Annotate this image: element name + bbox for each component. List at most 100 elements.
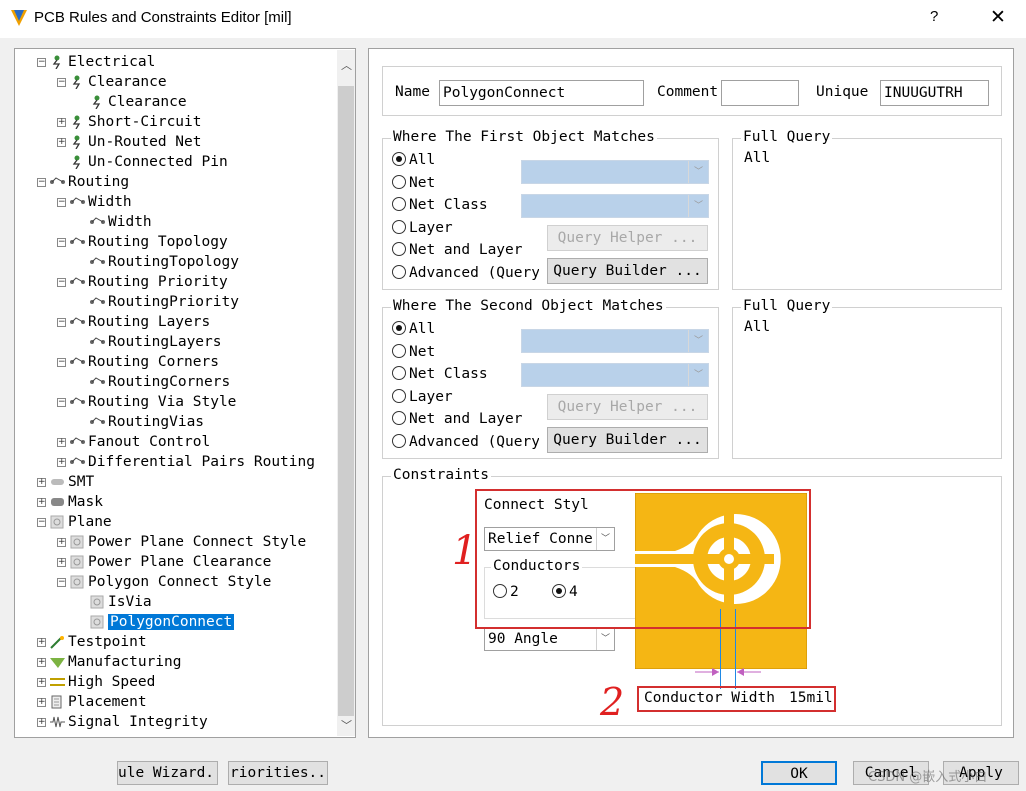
expand-icon[interactable]: + bbox=[57, 557, 66, 567]
first-option-net-class[interactable]: Net Class bbox=[392, 195, 488, 215]
second-option-net-and-layer[interactable]: Net and Layer bbox=[392, 409, 523, 429]
first-query-helper-button[interactable]: Query Helper ... bbox=[547, 225, 708, 251]
scroll-down-icon[interactable]: ﹀ bbox=[341, 717, 352, 733]
radio-button[interactable] bbox=[392, 388, 406, 403]
close-button[interactable]: ✕ bbox=[990, 6, 1006, 29]
tree-item-un-connected-pin[interactable]: Un-Connected Pin bbox=[57, 152, 228, 172]
collapse-icon[interactable]: − bbox=[57, 397, 66, 407]
first-option-all[interactable]: All bbox=[392, 150, 435, 170]
tree-item-routing-via-style[interactable]: − Routing Via Style bbox=[57, 392, 236, 412]
expand-icon[interactable]: + bbox=[37, 637, 46, 647]
radio-button[interactable] bbox=[392, 343, 406, 358]
expand-icon[interactable]: + bbox=[37, 717, 46, 727]
expand-icon[interactable]: + bbox=[37, 657, 46, 667]
expand-icon[interactable]: + bbox=[57, 457, 66, 467]
tree-item-plane[interactable]: − Plane bbox=[37, 512, 112, 532]
expand-icon[interactable]: + bbox=[37, 677, 46, 687]
tree-item-routingcorners[interactable]: RoutingCorners bbox=[77, 372, 230, 392]
second-netclass-combo[interactable]: ﹀ bbox=[521, 363, 709, 387]
expand-icon[interactable]: + bbox=[57, 537, 66, 547]
radio-button[interactable] bbox=[392, 242, 406, 257]
tree-item-routinglayers[interactable]: RoutingLayers bbox=[77, 332, 222, 352]
comment-field[interactable] bbox=[721, 80, 799, 106]
tree-item-signal-integrity[interactable]: + Signal Integrity bbox=[37, 712, 208, 732]
first-net-combo[interactable]: ﹀ bbox=[521, 160, 709, 184]
tree-item-routing[interactable]: − Routing bbox=[37, 172, 129, 192]
tree-item-fanout-control[interactable]: + Fanout Control bbox=[57, 432, 210, 452]
radio-button[interactable] bbox=[392, 152, 406, 166]
tree-item-polygon-connect-style[interactable]: − Polygon Connect Style bbox=[57, 572, 271, 592]
tree-item-differential-pairs-routing[interactable]: + Differential Pairs Routing bbox=[57, 452, 315, 472]
expand-icon[interactable]: + bbox=[37, 497, 46, 507]
angle-select[interactable]: 90 Angle ﹀ bbox=[484, 627, 615, 651]
radio-button[interactable] bbox=[392, 321, 406, 335]
collapse-icon[interactable]: − bbox=[57, 277, 66, 287]
unique-id-field[interactable]: INUUGUTRH bbox=[880, 80, 989, 106]
tree-item-smt[interactable]: + SMT bbox=[37, 472, 94, 492]
tree-item-power-plane-connect-style[interactable]: + Power Plane Connect Style bbox=[57, 532, 306, 552]
help-button[interactable]: ? bbox=[930, 8, 938, 25]
expand-icon[interactable]: + bbox=[37, 697, 46, 707]
expand-icon[interactable]: + bbox=[57, 137, 66, 147]
radio-button[interactable] bbox=[392, 366, 406, 381]
first-netclass-combo[interactable]: ﹀ bbox=[521, 194, 709, 218]
tree-item-testpoint[interactable]: + Testpoint bbox=[37, 632, 147, 652]
collapse-icon[interactable]: − bbox=[57, 577, 66, 587]
tree-item-electrical[interactable]: − Electrical bbox=[37, 52, 155, 72]
priorities-button[interactable]: riorities.. bbox=[228, 761, 328, 785]
tree-item-un-routed-net[interactable]: + Un-Routed Net bbox=[57, 132, 202, 152]
tree-item-routing-topology[interactable]: − Routing Topology bbox=[57, 232, 228, 252]
second-query-helper-button[interactable]: Query Helper ... bbox=[547, 394, 708, 420]
rule-wizard-button[interactable]: ule Wizard.. bbox=[117, 761, 218, 785]
collapse-icon[interactable]: − bbox=[57, 77, 66, 87]
first-option-layer[interactable]: Layer bbox=[392, 218, 453, 238]
second-option-net-class[interactable]: Net Class bbox=[392, 364, 488, 384]
tree-item-routing-layers[interactable]: − Routing Layers bbox=[57, 312, 210, 332]
first-option-advanced-query[interactable]: Advanced (Query) bbox=[392, 263, 539, 283]
first-query-builder-button[interactable]: Query Builder ... bbox=[547, 258, 708, 284]
second-option-advanced-query[interactable]: Advanced (Query) bbox=[392, 432, 539, 452]
first-option-net[interactable]: Net bbox=[392, 173, 435, 193]
scroll-up-icon[interactable]: ︿ bbox=[341, 57, 352, 73]
tree-scroll-thumb[interactable] bbox=[338, 86, 354, 716]
tree-item-width[interactable]: Width bbox=[77, 212, 152, 232]
tree-item-high-speed[interactable]: + High Speed bbox=[37, 672, 155, 692]
tree-item-polygonconnect[interactable]: PolygonConnect bbox=[77, 612, 235, 632]
expand-icon[interactable]: + bbox=[37, 477, 46, 487]
tree-item-routingvias[interactable]: RoutingVias bbox=[77, 412, 204, 432]
first-option-net-and-layer[interactable]: Net and Layer bbox=[392, 240, 523, 260]
radio-button[interactable] bbox=[392, 434, 406, 448]
tree-item-width[interactable]: − Width bbox=[57, 192, 132, 212]
tree-item-clearance[interactable]: − Clearance bbox=[57, 72, 167, 92]
tree-item-placement[interactable]: + Placement bbox=[37, 692, 147, 712]
second-query-builder-button[interactable]: Query Builder ... bbox=[547, 427, 708, 453]
collapse-icon[interactable]: − bbox=[57, 317, 66, 327]
name-field[interactable]: PolygonConnect bbox=[439, 80, 644, 106]
tree-item-routing-priority[interactable]: − Routing Priority bbox=[57, 272, 228, 292]
ok-button[interactable]: OK bbox=[761, 761, 837, 785]
radio-button[interactable] bbox=[392, 265, 406, 279]
tree-item-routing-corners[interactable]: − Routing Corners bbox=[57, 352, 219, 372]
tree-item-routingtopology[interactable]: RoutingTopology bbox=[77, 252, 239, 272]
radio-button[interactable] bbox=[392, 219, 406, 234]
second-option-layer[interactable]: Layer bbox=[392, 387, 453, 407]
tree-item-isvia[interactable]: IsVia bbox=[77, 592, 152, 612]
tree-item-manufacturing[interactable]: + Manufacturing bbox=[37, 652, 182, 672]
expand-icon[interactable]: + bbox=[57, 437, 66, 447]
collapse-icon[interactable]: − bbox=[57, 197, 66, 207]
collapse-icon[interactable]: − bbox=[37, 517, 46, 527]
tree-item-power-plane-clearance[interactable]: + Power Plane Clearance bbox=[57, 552, 271, 572]
second-option-net[interactable]: Net bbox=[392, 342, 435, 362]
tree-item-short-circuit[interactable]: + Short-Circuit bbox=[57, 112, 202, 132]
radio-button[interactable] bbox=[392, 174, 406, 189]
tree-item-mask[interactable]: + Mask bbox=[37, 492, 103, 512]
second-net-combo[interactable]: ﹀ bbox=[521, 329, 709, 353]
collapse-icon[interactable]: − bbox=[57, 357, 66, 367]
second-option-all[interactable]: All bbox=[392, 319, 435, 339]
tree-item-clearance[interactable]: Clearance bbox=[77, 92, 187, 112]
collapse-icon[interactable]: − bbox=[37, 177, 46, 187]
collapse-icon[interactable]: − bbox=[37, 57, 46, 67]
collapse-icon[interactable]: − bbox=[57, 237, 66, 247]
expand-icon[interactable]: + bbox=[57, 117, 66, 127]
radio-button[interactable] bbox=[392, 197, 406, 212]
